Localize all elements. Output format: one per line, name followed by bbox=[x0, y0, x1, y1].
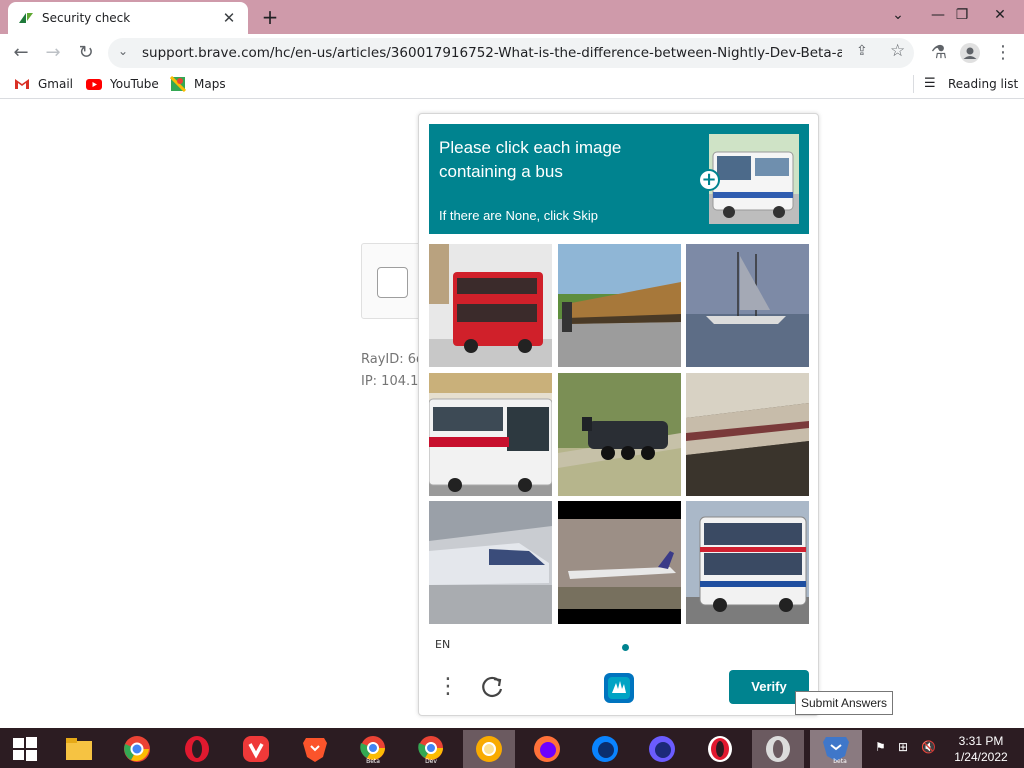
chrome-icon[interactable] bbox=[112, 730, 162, 768]
firefox-nightly-icon[interactable] bbox=[637, 730, 687, 768]
submit-answers-tooltip: Submit Answers bbox=[795, 691, 893, 715]
opera-dev-icon[interactable] bbox=[752, 730, 804, 768]
brave-icon[interactable] bbox=[290, 730, 340, 768]
bookmarks-divider bbox=[913, 75, 914, 93]
gmail-icon bbox=[15, 79, 29, 89]
address-bar[interactable]: ⌄ support.brave.com/hc/en-us/articles/36… bbox=[108, 38, 914, 68]
tile-6[interactable] bbox=[686, 372, 809, 496]
captcha-prompt: Please click each image containing a bus… bbox=[429, 124, 809, 234]
example-expand-icon[interactable]: + bbox=[698, 169, 720, 191]
action-center-flag-icon[interactable]: ⚑ bbox=[875, 740, 886, 754]
tile-2[interactable] bbox=[557, 244, 681, 367]
bookmark-label: Maps bbox=[194, 77, 226, 91]
language-selector[interactable]: EN bbox=[435, 638, 450, 651]
firefox-icon[interactable] bbox=[522, 730, 572, 768]
bookmark-youtube[interactable]: YouTube bbox=[86, 76, 159, 92]
reading-list-icon: ☰ bbox=[924, 76, 936, 91]
firefox-dev-icon[interactable] bbox=[580, 730, 630, 768]
opera-gx-icon[interactable] bbox=[695, 730, 745, 768]
network-icon[interactable]: ⊞ bbox=[898, 740, 908, 754]
tab-strip: Security check ✕ + ⌄ — ❐ ✕ bbox=[0, 0, 1024, 34]
captcha-checkbox[interactable] bbox=[377, 267, 408, 298]
tile-5[interactable] bbox=[557, 372, 681, 496]
reading-list-label: Reading list bbox=[948, 77, 1019, 91]
hcaptcha-logo-icon[interactable] bbox=[602, 671, 636, 705]
bookmark-label: YouTube bbox=[110, 77, 159, 91]
brave-beta-icon[interactable]: beta bbox=[810, 730, 862, 768]
tab-search-icon[interactable]: ⌄ bbox=[878, 0, 918, 30]
svg-text:Beta: Beta bbox=[366, 758, 380, 764]
forward-icon[interactable]: → bbox=[40, 40, 66, 66]
captcha-question: Please click each image containing a bus bbox=[439, 138, 622, 181]
file-explorer-icon[interactable] bbox=[54, 730, 104, 768]
zendesk-icon bbox=[19, 13, 33, 23]
close-tab-icon[interactable]: ✕ bbox=[220, 9, 238, 27]
menu-icon[interactable]: ⋮ bbox=[990, 40, 1016, 66]
opera-icon[interactable] bbox=[172, 730, 222, 768]
close-window-button[interactable]: ✕ bbox=[980, 0, 1020, 30]
labs-icon[interactable]: ⚗ bbox=[926, 40, 952, 66]
captcha-menu-icon[interactable]: ⋮ bbox=[437, 672, 459, 702]
captcha-refresh-icon[interactable] bbox=[477, 672, 507, 702]
bookmark-gmail[interactable]: Gmail bbox=[14, 76, 73, 92]
tile-3[interactable] bbox=[686, 244, 809, 367]
tile-1[interactable] bbox=[429, 244, 552, 367]
reading-list-button[interactable]: ☰ Reading list bbox=[924, 76, 1018, 92]
clock-time: 3:31 PM bbox=[958, 734, 1004, 748]
chrome-dev-icon[interactable]: Dev bbox=[406, 730, 456, 768]
site-info-icon[interactable]: ⌄ bbox=[118, 44, 128, 58]
taskbar: Beta Dev beta ⚑ ⊞ 🔇 bbox=[0, 728, 1024, 768]
new-tab-button[interactable]: + bbox=[258, 5, 282, 29]
bookmark-star-icon[interactable]: ☆ bbox=[890, 41, 905, 61]
system-clock[interactable]: 3:31 PM 1/24/2022 bbox=[946, 733, 1016, 765]
page-indicator-dot bbox=[622, 644, 629, 651]
tile-9[interactable] bbox=[686, 501, 809, 624]
url-text[interactable]: support.brave.com/hc/en-us/articles/3600… bbox=[142, 45, 842, 61]
tile-4[interactable] bbox=[429, 372, 552, 496]
restore-button[interactable]: ❐ bbox=[942, 0, 982, 30]
ray-id-text: RayID: 6d bbox=[361, 352, 425, 367]
back-icon[interactable]: ← bbox=[8, 40, 34, 66]
tab-title: Security check bbox=[42, 11, 131, 25]
clock-date: 1/24/2022 bbox=[954, 750, 1008, 764]
captcha-subtext: If there are None, click Skip bbox=[439, 208, 598, 223]
volume-muted-icon[interactable]: 🔇 bbox=[921, 740, 936, 754]
youtube-icon bbox=[86, 79, 102, 90]
profile-avatar[interactable] bbox=[957, 40, 983, 66]
chrome-beta-icon[interactable]: Beta bbox=[348, 730, 398, 768]
share-icon[interactable]: ⇪ bbox=[856, 43, 868, 59]
maps-icon bbox=[170, 76, 186, 92]
bookmark-maps[interactable]: Maps bbox=[170, 76, 226, 92]
ip-text: IP: 104.19 bbox=[361, 374, 427, 389]
tile-8[interactable] bbox=[557, 501, 681, 624]
reload-icon[interactable]: ↻ bbox=[73, 40, 99, 66]
bookmark-label: Gmail bbox=[38, 77, 74, 91]
tile-7[interactable] bbox=[429, 501, 552, 624]
vivaldi-icon[interactable] bbox=[231, 730, 281, 768]
svg-text:Dev: Dev bbox=[425, 758, 437, 764]
captcha-image-grid bbox=[429, 244, 809, 624]
tab-security-check[interactable]: Security check ✕ bbox=[8, 2, 248, 34]
example-bus-image bbox=[709, 134, 799, 224]
bookmarks-bar: Gmail YouTube Maps ☰ Reading list bbox=[0, 71, 1024, 99]
toolbar: ← → ↻ ⌄ support.brave.com/hc/en-us/artic… bbox=[0, 34, 1024, 71]
captcha-dialog: Please click each image containing a bus… bbox=[418, 113, 819, 716]
svg-text:beta: beta bbox=[833, 758, 847, 764]
start-icon[interactable] bbox=[0, 730, 50, 768]
chrome-canary-icon[interactable] bbox=[463, 730, 515, 768]
